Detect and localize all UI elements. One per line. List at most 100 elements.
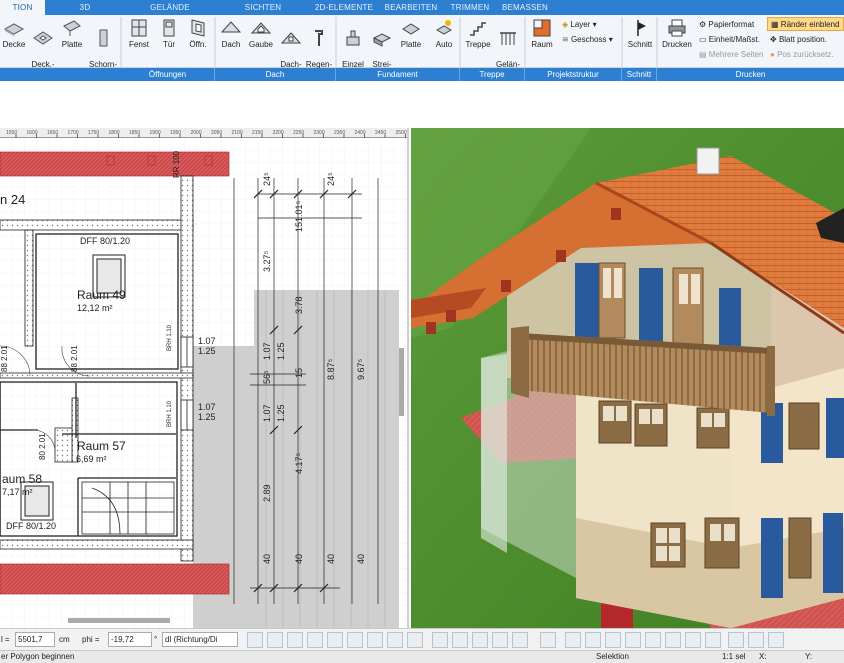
snap-grid-icon[interactable] [387, 632, 403, 648]
door-size-label-3: 80 2.01 [38, 433, 47, 460]
auto-foundation-button[interactable]: Auto [430, 15, 458, 50]
tab-3d[interactable]: 3D [68, 0, 102, 15]
ceiling-button[interactable]: Decke [0, 15, 28, 50]
split-view-icon[interactable] [585, 632, 601, 648]
paper-format-label: Papierformat [708, 20, 755, 29]
group-label-project-structure: Projektstruktur [525, 68, 622, 81]
dormer-button[interactable]: Gaube [246, 15, 276, 50]
tab-2d-elemente[interactable]: 2D-ELEMENTE [308, 0, 380, 15]
show-margins-button[interactable]: ▦ Ränder einblend [767, 17, 844, 31]
length-input[interactable]: 5501,7 [15, 632, 55, 647]
floor-plan-view[interactable]: 1550 1600 1650 1700 1750 1800 1850 1900 1950 2000… [0, 128, 409, 628]
opening-label: Öffn. [189, 40, 207, 49]
ruler-ticks: 1550 1600 1650 1700 1750 1800 1850 1900 1950 2000… [6, 130, 407, 138]
3d-view[interactable] [411, 128, 844, 628]
layer-dropdown[interactable]: ◈ Layer ▾ [562, 18, 597, 32]
grid-snap-icon[interactable] [605, 632, 621, 648]
tab-bearbeiten[interactable]: BEARBEITEN [382, 0, 440, 15]
dim-label-40c: 40 [326, 553, 336, 564]
stairs-button[interactable]: Treppe [463, 15, 493, 50]
info-icon[interactable] [540, 632, 556, 648]
frame-tool-icon[interactable] [407, 632, 423, 648]
hatch-tool-icon[interactable] [327, 632, 343, 648]
layer-tool-icon[interactable] [247, 632, 263, 648]
room-name-57: Raum 57 [77, 439, 126, 453]
window-layout-icon[interactable] [565, 632, 581, 648]
ceiling-label: Decke [2, 40, 26, 49]
foundation-slab-label: Platte [400, 40, 422, 49]
roof-window-icon [281, 32, 301, 44]
status-bar: er Polygon beginnen Selektion 1:1 sel X:… [0, 650, 844, 663]
chimney-icon [99, 29, 108, 47]
view-iso-icon[interactable] [472, 632, 488, 648]
tab-trimmen[interactable]: TRIMMEN [445, 0, 495, 15]
auto-foundation-label: Auto [435, 40, 453, 49]
fill-tool-icon[interactable] [267, 632, 283, 648]
position-sheet-button[interactable]: ✥ Blatt position. [770, 33, 827, 47]
snap-end-icon[interactable] [665, 632, 681, 648]
print-label: Drucken [662, 40, 692, 49]
ruler-icon: ▭ [699, 35, 707, 44]
dimension-tool-icon[interactable] [367, 632, 383, 648]
window-size-label-2: 1.07 1.25 [198, 402, 216, 422]
angle-input[interactable]: -19,72 [108, 632, 152, 647]
dim-label-887: 8.87⁵ [326, 358, 336, 380]
length-unit: cm [59, 635, 70, 644]
floor-icon: ≋ [562, 35, 569, 44]
roof-button[interactable]: Dach [217, 15, 245, 50]
foundation-slab-button[interactable]: Platte [397, 15, 425, 50]
group-label-section: Schnitt [622, 68, 657, 81]
room-label: Raum [531, 40, 553, 49]
window-button[interactable]: Fenst [124, 15, 154, 50]
print-button[interactable]: Drucken [659, 15, 695, 50]
dim-label-top-2: 24⁵ [326, 172, 336, 186]
line-weight-icon[interactable] [287, 632, 303, 648]
snap-mid-icon[interactable] [645, 632, 661, 648]
status-y: Y: [805, 652, 813, 661]
window-icon [131, 19, 147, 37]
unit-scale-button[interactable]: ▭ Einheit/Maßst. [699, 33, 760, 47]
line-style-icon[interactable] [307, 632, 323, 648]
view-3d-icon[interactable] [452, 632, 468, 648]
group-label-roof: Dach [215, 68, 336, 81]
tab-bemassen[interactable]: BEMASSEN [498, 0, 552, 15]
view-2d-icon[interactable] [432, 632, 448, 648]
ribbon-tab-bar: TION 3D GELÄNDE SICHTEN 2D-ELEMENTE BEAR… [0, 0, 844, 15]
paper-format-button[interactable]: ⚙ Papierformat [699, 18, 754, 32]
tab-sichten[interactable]: SICHTEN [232, 0, 294, 15]
multiple-pages-button[interactable]: ▤ Mehrere Seiten [699, 48, 764, 62]
3d-house-render [411, 128, 844, 628]
length-label: l = [1, 635, 10, 644]
cursor-tool-icon[interactable] [768, 632, 784, 648]
floor-dropdown[interactable]: ≋ Geschoss ▾ [562, 33, 613, 47]
ceiling-icon [4, 23, 24, 36]
slab-button[interactable]: Platte [58, 15, 86, 50]
room-button[interactable]: Raum [527, 15, 557, 50]
snap-intersect-icon[interactable] [685, 632, 701, 648]
opening-button[interactable]: Öffn. [184, 15, 212, 50]
raster-icon[interactable] [728, 632, 744, 648]
direction-mode-select[interactable]: dl (Richtung/Di [162, 632, 238, 647]
status-selection: 1:1 sel [722, 652, 746, 661]
tab-gelaende[interactable]: GELÄNDE [137, 0, 203, 15]
bottom-toolbar: l = 5501,7 cm phi = -19,72 ° dl (Richtun… [0, 628, 844, 650]
plan-vertical-scrollbar [399, 348, 404, 416]
snap-point-icon[interactable] [625, 632, 641, 648]
view-top-icon[interactable] [492, 632, 508, 648]
section-button[interactable]: Schnitt [624, 15, 656, 50]
dormer-icon [251, 22, 271, 34]
reset-position-button[interactable]: ● Pos zurücksetz. [770, 48, 834, 62]
tab-konstruktion[interactable]: TION [0, 0, 45, 15]
pin-icon: ● [770, 50, 775, 59]
foundation-slab-icon [402, 23, 420, 35]
door-label: Tür [163, 40, 175, 49]
north-arrow-icon[interactable] [512, 632, 528, 648]
orthogonal-icon[interactable] [748, 632, 764, 648]
text-tool-icon[interactable] [347, 632, 363, 648]
snap-center-icon[interactable] [705, 632, 721, 648]
dim-label-327: 3.27⁵ [262, 250, 272, 272]
horizontal-ruler: 1550 1600 1650 1700 1750 1800 1850 1900 1950 2000… [0, 128, 407, 138]
sill-height-label-2: BRH 1.10 [167, 400, 173, 427]
door-button[interactable]: Tür [155, 15, 183, 50]
unit-scale-label: Einheit/Maßst. [708, 35, 760, 44]
